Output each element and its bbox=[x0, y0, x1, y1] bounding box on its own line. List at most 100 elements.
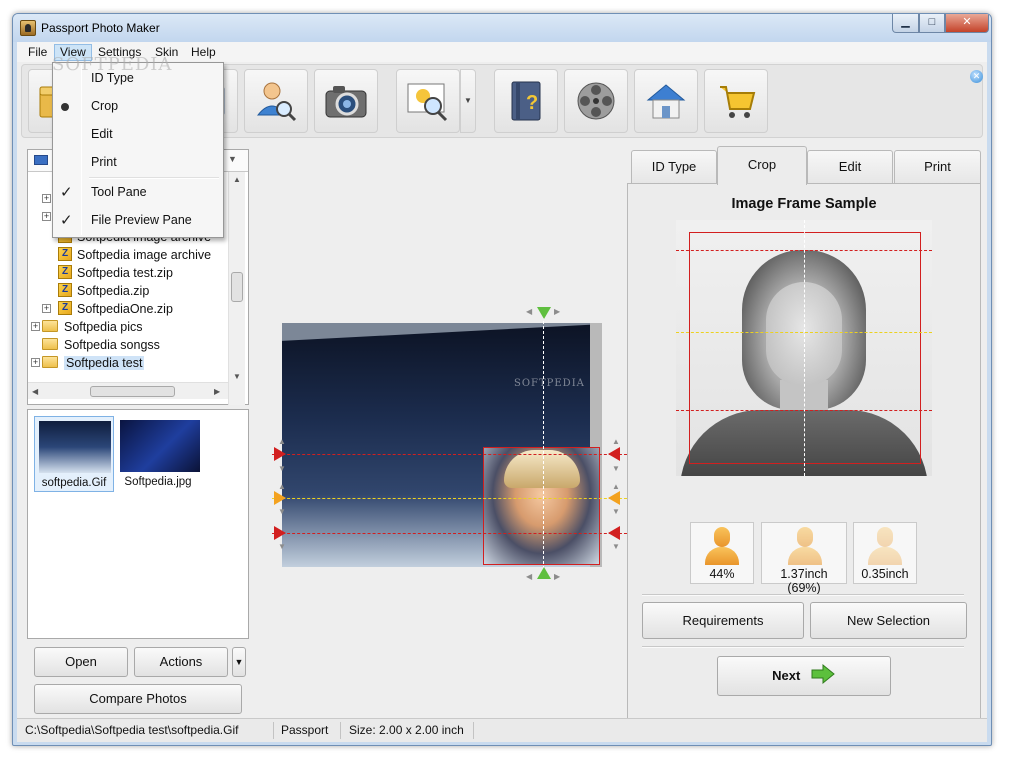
maximize-button[interactable]: □ bbox=[919, 14, 945, 33]
combo-arrow-icon[interactable]: ▼ bbox=[228, 154, 237, 164]
home-button[interactable] bbox=[634, 69, 698, 133]
nudge-up-icon[interactable]: ▲ bbox=[278, 438, 286, 446]
arrow-right-icon bbox=[811, 663, 835, 685]
computer-icon bbox=[34, 155, 48, 165]
scroll-left-icon[interactable]: ◀ bbox=[32, 387, 38, 396]
center-guide[interactable] bbox=[543, 311, 544, 579]
tree-item[interactable]: SoftpediaOne.zip bbox=[58, 299, 173, 318]
crop-selection-box[interactable] bbox=[483, 447, 600, 565]
nudge-up-icon[interactable]: ▲ bbox=[612, 438, 620, 446]
scroll-thumb[interactable] bbox=[231, 272, 243, 302]
close-button[interactable]: ✕ bbox=[945, 14, 989, 33]
scroll-up-icon[interactable]: ▲ bbox=[233, 175, 241, 184]
thumbnail-image bbox=[120, 420, 200, 472]
tree-expander[interactable]: + bbox=[31, 358, 40, 367]
image-zoom-dropdown[interactable]: ▼ bbox=[460, 69, 476, 133]
view-menu-tool-pane[interactable]: ✓ Tool Pane bbox=[55, 181, 221, 205]
thumbnail-item-selected[interactable]: softpedia.Gif bbox=[34, 416, 114, 492]
view-menu-print[interactable]: Print bbox=[55, 151, 221, 175]
scroll-thumb[interactable] bbox=[90, 386, 175, 397]
video-tutorial-icon bbox=[577, 82, 615, 120]
view-menu-edit[interactable]: Edit bbox=[55, 123, 221, 147]
chin-guide-left-handle[interactable] bbox=[274, 526, 286, 540]
camera-button[interactable] bbox=[314, 69, 378, 133]
nudge-down-icon[interactable]: ▼ bbox=[612, 465, 620, 473]
actions-dropdown[interactable]: ▼ bbox=[232, 647, 246, 677]
status-photo-type: Passport bbox=[281, 723, 329, 737]
user-search-button[interactable] bbox=[244, 69, 308, 133]
center-guide-top-handle[interactable] bbox=[537, 307, 551, 319]
tree-expander[interactable]: + bbox=[42, 304, 51, 313]
face-hair bbox=[504, 450, 580, 488]
tree-expander[interactable]: + bbox=[31, 322, 40, 331]
tab-id-type[interactable]: ID Type bbox=[631, 150, 717, 184]
actions-button[interactable]: Actions bbox=[134, 647, 228, 677]
tree-item[interactable]: Softpedia pics bbox=[42, 318, 143, 336]
requirements-button[interactable]: Requirements bbox=[642, 602, 804, 639]
folder-icon bbox=[42, 338, 58, 350]
top-guide-right-handle[interactable] bbox=[608, 447, 620, 461]
crop-canvas[interactable]: SOFTPEDIA ◀ ▶ ◀ ▶ ▲ ▼ ▲ ▼ ▼ ▲ ▼ ▲ ▼ ▼ bbox=[250, 143, 632, 726]
top-guide-left-handle[interactable] bbox=[274, 447, 286, 461]
nudge-down-icon[interactable]: ▼ bbox=[278, 508, 286, 516]
nudge-up-icon[interactable]: ▲ bbox=[278, 483, 286, 491]
nudge-down-icon[interactable]: ▼ bbox=[612, 543, 620, 551]
camera-icon bbox=[325, 86, 367, 118]
nudge-left-icon[interactable]: ◀ bbox=[526, 308, 532, 316]
tree-horizontal-scrollbar[interactable]: ◀ ▶ bbox=[28, 382, 228, 399]
minimize-button[interactable]: ▁ bbox=[892, 14, 919, 33]
new-selection-button[interactable]: New Selection bbox=[810, 602, 967, 639]
shopping-cart-button[interactable] bbox=[704, 69, 768, 133]
tab-edit[interactable]: Edit bbox=[807, 150, 893, 184]
open-button[interactable]: Open bbox=[34, 647, 128, 677]
nudge-right-icon[interactable]: ▶ bbox=[554, 308, 560, 316]
head-ratio-value: 44% bbox=[709, 567, 735, 581]
tree-item[interactable]: Softpedia songss bbox=[42, 336, 160, 354]
thumbnail-item[interactable]: Softpedia.jpg bbox=[118, 416, 200, 492]
tree-expander[interactable]: + bbox=[42, 212, 51, 221]
toolbar-close-icon[interactable]: ✕ bbox=[970, 70, 983, 83]
zip-archive-icon bbox=[58, 299, 72, 317]
eye-line-guide[interactable] bbox=[272, 498, 632, 499]
eye-guide-left-handle[interactable] bbox=[274, 491, 286, 505]
view-menu-crop[interactable]: Crop bbox=[55, 95, 221, 119]
tree-item[interactable]: Softpedia.zip bbox=[58, 281, 149, 300]
frame-sample-title: Image Frame Sample bbox=[731, 196, 877, 212]
next-button[interactable]: Next bbox=[717, 656, 891, 696]
tree-expander[interactable]: + bbox=[42, 194, 51, 203]
nudge-down-icon[interactable]: ▼ bbox=[612, 508, 620, 516]
photo-image[interactable]: SOFTPEDIA bbox=[282, 323, 602, 567]
tab-print[interactable]: Print bbox=[894, 150, 981, 184]
image-zoom-button[interactable] bbox=[396, 69, 460, 133]
menu-file[interactable]: File bbox=[23, 44, 52, 61]
nudge-right-icon[interactable]: ▶ bbox=[554, 573, 560, 581]
scroll-down-icon[interactable]: ▼ bbox=[233, 372, 241, 381]
tree-item-selected[interactable]: Softpedia test bbox=[42, 354, 145, 372]
scroll-right-icon[interactable]: ▶ bbox=[214, 387, 220, 396]
help-book-button[interactable]: ? bbox=[494, 69, 558, 133]
tree-item[interactable]: Softpedia test.zip bbox=[58, 263, 173, 282]
window-title: Passport Photo Maker bbox=[41, 21, 160, 35]
tree-vertical-scrollbar[interactable]: ▲ ▼ bbox=[228, 172, 245, 405]
nudge-left-icon[interactable]: ◀ bbox=[526, 573, 532, 581]
menu-item-label: Tool Pane bbox=[91, 185, 147, 199]
top-of-head-guide[interactable] bbox=[272, 454, 632, 455]
nudge-down-icon[interactable]: ▼ bbox=[278, 465, 286, 473]
head-height-value: 1.37inch (69%) bbox=[780, 567, 828, 595]
status-divider bbox=[473, 722, 474, 739]
tab-crop[interactable]: Crop bbox=[717, 146, 807, 185]
view-menu-file-preview-pane[interactable]: ✓ File Preview Pane bbox=[55, 209, 221, 233]
nudge-up-icon[interactable]: ▲ bbox=[612, 483, 620, 491]
compare-photos-button[interactable]: Compare Photos bbox=[34, 684, 242, 714]
status-divider bbox=[273, 722, 274, 739]
title-bar[interactable]: Passport Photo Maker ▁ □ ✕ bbox=[13, 14, 991, 42]
menu-help[interactable]: Help bbox=[186, 44, 221, 61]
nudge-down-icon[interactable]: ▼ bbox=[278, 543, 286, 551]
video-tutorial-button[interactable] bbox=[564, 69, 628, 133]
eye-guide-right-handle[interactable] bbox=[608, 491, 620, 505]
center-guide-bottom-handle[interactable] bbox=[537, 567, 551, 579]
tree-item[interactable]: Softpedia image archive bbox=[58, 245, 211, 264]
help-book-icon: ? bbox=[511, 81, 541, 121]
chin-guide-right-handle[interactable] bbox=[608, 526, 620, 540]
chin-guide[interactable] bbox=[272, 533, 632, 534]
